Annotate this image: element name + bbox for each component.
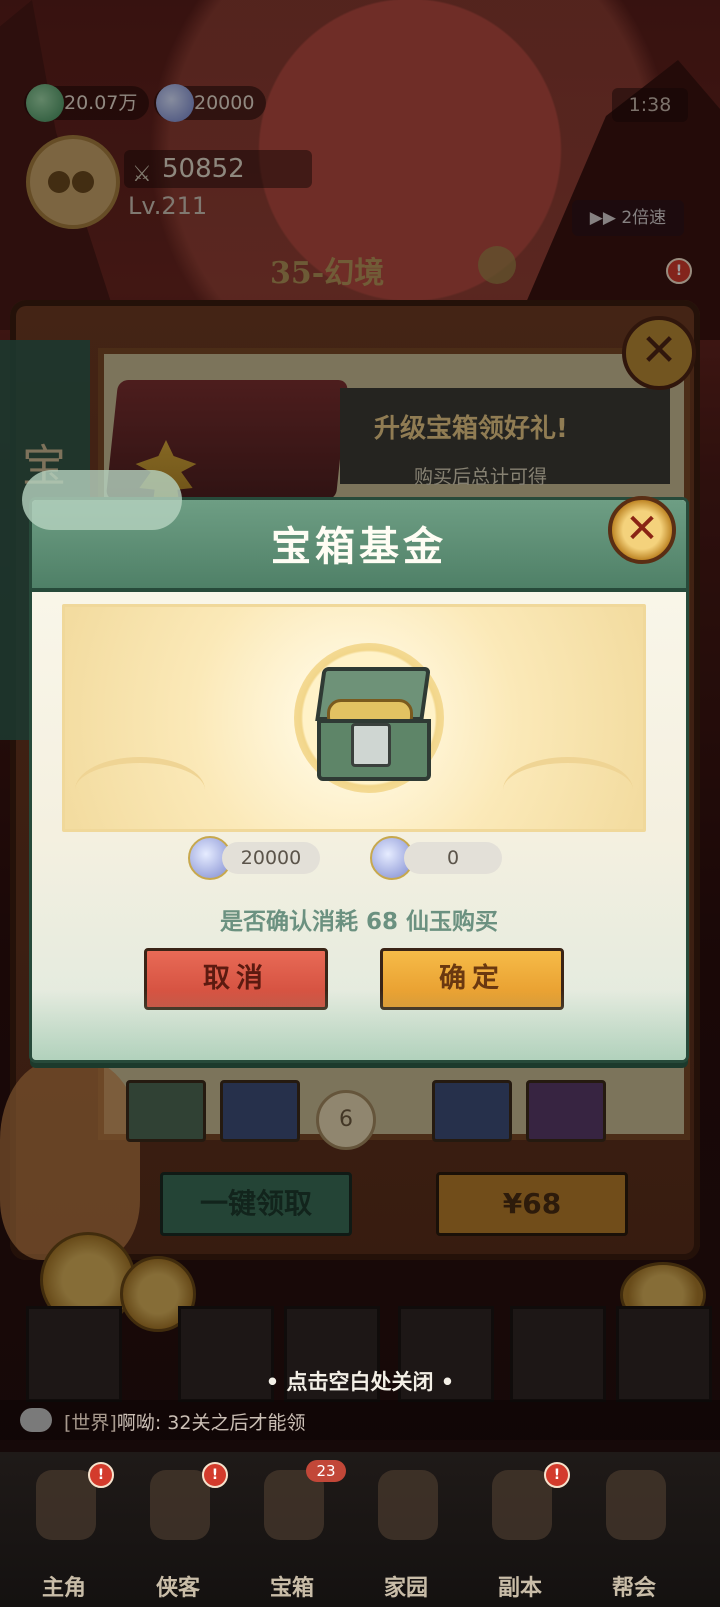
nav-label: 主角 — [41, 1575, 86, 1601]
nav-label: 宝箱 — [269, 1575, 314, 1601]
alert-badge: ! — [544, 1462, 570, 1488]
locked-gate-icon — [378, 1470, 438, 1540]
scroll-map-icon — [492, 1470, 552, 1540]
treasure-chest-icon — [313, 659, 431, 781]
nav-label: 家园 — [383, 1575, 428, 1601]
nav-label: 帮会 — [611, 1575, 656, 1601]
nav-item-guild[interactable]: 帮会 — [578, 1452, 690, 1602]
dialog-close-button[interactable]: ✕ — [608, 496, 676, 564]
alert-badge: ! — [88, 1462, 114, 1488]
chat-message: 32关之后才能领 — [167, 1412, 306, 1434]
nav-label: 侠客 — [155, 1575, 200, 1601]
hero-portrait-icon — [36, 1470, 96, 1540]
count-badge: 23 — [306, 1460, 346, 1482]
ticket-balance: 0 — [404, 842, 502, 874]
nav-label: 副本 — [497, 1575, 542, 1601]
confirm-message: 是否确认消耗 68 仙玉购买 — [219, 909, 499, 935]
nav-item-knights[interactable]: ! 侠客 — [122, 1452, 234, 1602]
alert-badge: ! — [202, 1462, 228, 1488]
gourd-icon — [150, 1470, 210, 1540]
locked-guild-icon — [606, 1470, 666, 1540]
close-icon: ✕ — [625, 506, 659, 552]
nav-item-home[interactable]: 家园 — [350, 1452, 462, 1602]
purchase-dialog: 宝箱基金 20000 0 是否确认消耗 68 仙玉购买 取消 确定 ✕ — [22, 470, 686, 1070]
jade-balance: 20000 — [222, 842, 320, 874]
lock-icon — [351, 723, 391, 767]
nav-item-chest[interactable]: 23 宝箱 — [236, 1452, 348, 1602]
cloud-decoration — [22, 470, 182, 530]
chat-channel: [世界] — [64, 1412, 117, 1434]
cloud-swirl — [503, 757, 633, 823]
chat-bubble-icon — [20, 1408, 52, 1432]
world-chat-bar[interactable]: [世界]啊呦: 32关之后才能领 — [0, 1400, 720, 1440]
chest-banner — [62, 604, 646, 832]
bottom-nav: ! 主角 ! 侠客 23 宝箱 家园 ! 副本 帮会 — [0, 1452, 720, 1607]
nav-item-dungeon[interactable]: ! 副本 — [464, 1452, 576, 1602]
cloud-swirl — [75, 757, 205, 823]
dialog-body: 宝箱基金 20000 0 是否确认消耗 68 仙玉购买 取消 确定 — [32, 500, 686, 1060]
chat-line: [世界]啊呦: 32关之后才能领 — [64, 1408, 305, 1435]
hills-decoration — [32, 990, 686, 1060]
nav-item-hero[interactable]: ! 主角 — [8, 1452, 120, 1602]
chat-sender: 啊呦: — [116, 1412, 162, 1434]
tap-to-close-hint: • 点击空白处关闭 • — [265, 1370, 455, 1394]
